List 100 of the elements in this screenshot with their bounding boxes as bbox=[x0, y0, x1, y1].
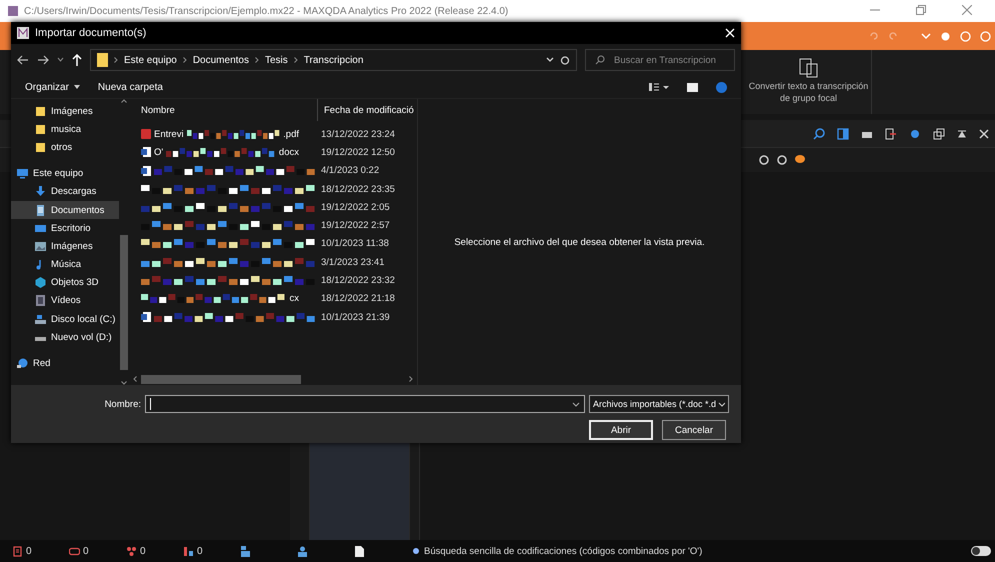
chevron-down-icon bbox=[718, 402, 725, 406]
search-field[interactable]: Buscar en Transcripcion bbox=[585, 49, 735, 71]
memo-icon[interactable] bbox=[69, 546, 80, 556]
count-label: 0 bbox=[140, 546, 146, 556]
search-icon[interactable] bbox=[813, 128, 825, 140]
window-icon[interactable] bbox=[933, 128, 945, 140]
forward-arrow-icon[interactable] bbox=[37, 55, 49, 65]
word-file-icon bbox=[141, 147, 151, 158]
status-message: Búsqueda sencilla de codificaciones (códigos combinados por 'O') bbox=[424, 546, 702, 556]
search-icon bbox=[595, 55, 605, 65]
scroll-up-icon[interactable] bbox=[121, 99, 127, 103]
chevron-down-icon[interactable] bbox=[546, 57, 554, 63]
file-name-field[interactable] bbox=[145, 395, 585, 413]
film-icon bbox=[35, 295, 46, 306]
sidebar-item[interactable]: otros bbox=[11, 138, 119, 157]
organize-menu[interactable]: Organizar bbox=[25, 82, 80, 92]
variables-icon[interactable] bbox=[183, 546, 194, 556]
dialog-title: Importar documento(s) bbox=[35, 27, 148, 39]
folder-icon bbox=[35, 142, 46, 153]
chevron-right-icon bbox=[182, 57, 187, 63]
caret-icon bbox=[74, 85, 80, 89]
file-extension[interactable]: docx bbox=[278, 146, 299, 158]
chevron-down-icon[interactable] bbox=[57, 57, 64, 63]
sidebar-item[interactable]: Descargas bbox=[11, 182, 119, 201]
new-folder-button[interactable]: Nueva carpeta bbox=[98, 82, 163, 92]
word-file-icon bbox=[141, 166, 151, 176]
column-header[interactable]: Nombre bbox=[129, 99, 317, 121]
file-extension[interactable]: .pdf bbox=[283, 128, 299, 140]
back-arrow-icon[interactable] bbox=[17, 55, 29, 65]
modified-date: 4/1/2023 0:22 bbox=[320, 165, 380, 176]
network-icon bbox=[17, 358, 28, 370]
address-bar[interactable]: Este equipo Documentos Tesis Transcripcion bbox=[90, 49, 577, 71]
modified-date: 13/12/2022 23:24 bbox=[320, 128, 395, 140]
file-type-dropdown[interactable]: Archivos importables (*.doc *.d bbox=[589, 395, 729, 413]
modified-date: 3/1/2023 23:41 bbox=[320, 256, 384, 268]
user-document-icon[interactable] bbox=[240, 546, 251, 556]
sidebar-item[interactable]: Imágenes bbox=[11, 102, 119, 120]
cancel-button[interactable]: Cancelar bbox=[662, 420, 726, 440]
document-icon[interactable] bbox=[354, 546, 365, 556]
sidebar-item[interactable]: Disco local (C:) bbox=[11, 310, 119, 328]
desktop-icon bbox=[35, 222, 46, 234]
pin-icon[interactable] bbox=[957, 128, 967, 140]
view-options-icon[interactable] bbox=[649, 82, 669, 92]
column-header[interactable]: Fecha de modificació bbox=[317, 99, 417, 121]
scroll-down-icon[interactable] bbox=[121, 381, 127, 385]
window-title: C:/Users/Irwin/Documents/Tesis/Transcripcion/Ejemplo.mx22 - MAXQDA Analytics Pro 2022 (Release 22.4.0) bbox=[24, 6, 510, 16]
comment-icon[interactable] bbox=[794, 154, 806, 166]
sidebar-item[interactable]: Escritorio bbox=[11, 219, 119, 238]
pdf-file-icon bbox=[141, 129, 151, 140]
drive-icon bbox=[35, 314, 46, 325]
scroll-right-icon[interactable] bbox=[409, 376, 413, 382]
download-arrow-icon bbox=[35, 186, 46, 198]
modified-date: 18/12/2022 21:18 bbox=[320, 293, 395, 304]
chevron-right-icon bbox=[294, 57, 298, 63]
file-name[interactable]: O' bbox=[154, 146, 164, 158]
folder-icon bbox=[97, 53, 108, 67]
sidebar-item[interactable]: Imágenes bbox=[11, 237, 119, 256]
scrollbar-thumb[interactable] bbox=[141, 374, 301, 384]
sidebar-item[interactable]: Red bbox=[11, 354, 119, 373]
sidebar-item[interactable]: Nuevo vol (D:) bbox=[11, 328, 119, 346]
breadcrumb-item[interactable]: Tesis bbox=[264, 54, 288, 66]
computer-icon bbox=[17, 168, 28, 180]
panel-icon[interactable] bbox=[837, 128, 849, 140]
sidebar-item[interactable]: musica bbox=[11, 120, 119, 138]
document-transfer-icon bbox=[798, 56, 818, 78]
scroll-left-icon[interactable] bbox=[133, 376, 137, 382]
modified-date: 19/12/2022 12:50 bbox=[320, 146, 395, 158]
file-extension[interactable]: cx bbox=[290, 293, 299, 304]
file-name[interactable]: Entrevi bbox=[154, 128, 184, 140]
chevron-down-icon[interactable] bbox=[572, 402, 580, 406]
folder-icon bbox=[35, 124, 46, 135]
convert-transcript-button[interactable]: Convertir texto a transcripción de grupo focal bbox=[746, 50, 872, 114]
name-label: Nombre: bbox=[104, 398, 141, 410]
open-button[interactable]: Abrir bbox=[589, 420, 653, 440]
document-icon bbox=[35, 204, 46, 216]
breadcrumb-item[interactable]: Este equipo bbox=[124, 54, 177, 66]
breadcrumb-item[interactable]: Transcripcion bbox=[304, 54, 364, 66]
preview-message: Seleccione el archivo del que desea obtener la vista previa. bbox=[454, 236, 705, 248]
restore-icon[interactable] bbox=[916, 5, 926, 15]
preview-pane-icon[interactable] bbox=[687, 82, 698, 92]
app-logo-icon bbox=[17, 27, 29, 39]
modified-date: 19/12/2022 2:57 bbox=[320, 220, 390, 232]
breadcrumb-item[interactable]: Documentos bbox=[192, 54, 249, 66]
scrollbar-thumb[interactable] bbox=[120, 234, 128, 370]
export-icon[interactable] bbox=[885, 128, 897, 140]
user-icon[interactable] bbox=[297, 546, 308, 556]
up-arrow-icon[interactable] bbox=[72, 54, 82, 66]
count-label: 0 bbox=[197, 546, 203, 556]
codes-icon[interactable] bbox=[126, 546, 137, 556]
sidebar-item[interactable]: Vídeos bbox=[11, 292, 119, 310]
modified-date: 10/1/2023 21:39 bbox=[320, 312, 390, 323]
close-icon[interactable] bbox=[979, 128, 989, 138]
folder-icon bbox=[35, 106, 46, 117]
sidebar-item[interactable]: Objetos 3D bbox=[11, 274, 119, 292]
modified-date: 19/12/2022 2:05 bbox=[320, 202, 390, 213]
modified-date: 10/1/2023 11:38 bbox=[320, 238, 389, 250]
sidebar-item[interactable]: Este equipo bbox=[11, 164, 119, 183]
count-label: 0 bbox=[26, 546, 32, 556]
sidebar-item[interactable]: Música bbox=[11, 256, 119, 274]
sidebar-item[interactable]: Documentos bbox=[11, 200, 119, 220]
